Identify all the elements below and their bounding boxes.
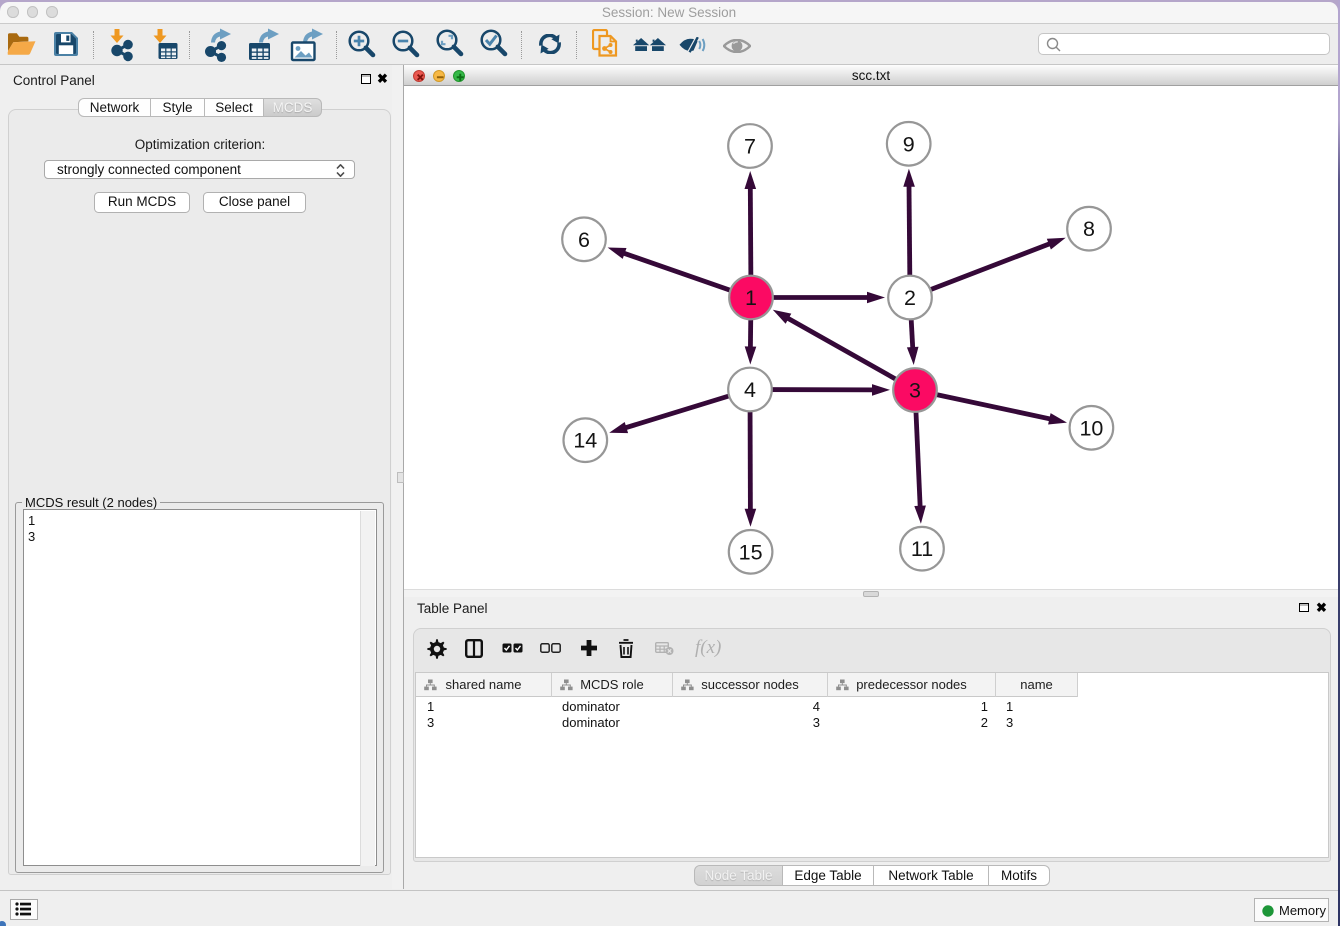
svg-text:1: 1 (745, 286, 757, 310)
svg-text:4: 4 (744, 378, 756, 402)
svg-text:11: 11 (911, 537, 933, 561)
svg-text:6: 6 (578, 228, 590, 252)
svg-text:9: 9 (903, 132, 915, 156)
svg-text:2: 2 (904, 286, 916, 310)
svg-text:14: 14 (573, 429, 597, 453)
svg-text:7: 7 (744, 135, 756, 159)
svg-text:10: 10 (1079, 416, 1103, 440)
svg-text:3: 3 (909, 379, 921, 403)
svg-text:8: 8 (1083, 217, 1095, 241)
svg-text:15: 15 (739, 540, 763, 564)
